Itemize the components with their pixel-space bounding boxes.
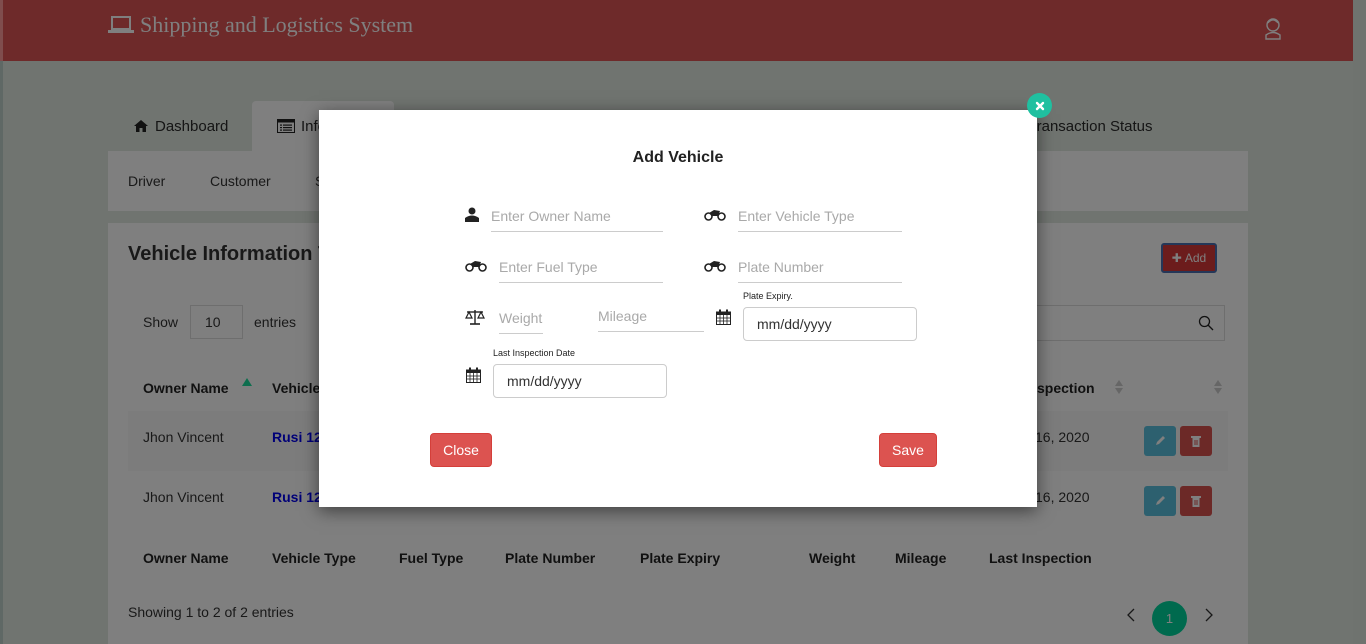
fuel-type-input[interactable] (499, 258, 663, 275)
motorcycle-icon (704, 261, 726, 272)
last-inspection-date-input[interactable]: mm/dd/yyyy (493, 364, 667, 398)
vehicle-type-field[interactable] (738, 200, 902, 232)
fuel-type-field[interactable] (499, 251, 663, 283)
plate-expiry-date-input[interactable]: mm/dd/yyyy (743, 307, 917, 341)
save-button[interactable]: Save (879, 433, 937, 467)
mileage-field[interactable] (598, 300, 704, 332)
weight-input[interactable] (499, 309, 543, 326)
calendar-icon (716, 309, 731, 325)
mileage-input[interactable] (598, 307, 704, 324)
plate-number-field[interactable] (738, 251, 902, 283)
close-button[interactable]: Close (430, 433, 492, 467)
calendar-icon (466, 367, 481, 383)
close-icon (1035, 101, 1044, 110)
balance-scale-icon (465, 310, 485, 325)
owner-name-input[interactable] (491, 207, 663, 224)
user-icon (465, 207, 479, 222)
plate-expiry-label: Plate Expiry. (743, 291, 793, 301)
modal-close-button[interactable] (1027, 93, 1052, 118)
vehicle-type-input[interactable] (738, 207, 902, 224)
plate-number-input[interactable] (738, 258, 902, 275)
last-inspection-label: Last Inspection Date (493, 348, 576, 358)
motorcycle-icon (465, 261, 487, 272)
weight-field[interactable] (499, 302, 543, 334)
modal-title: Add Vehicle (632, 149, 724, 166)
motorcycle-icon (704, 210, 726, 221)
add-vehicle-modal: Add Vehicle P (319, 110, 1037, 507)
owner-name-field[interactable] (491, 200, 663, 232)
